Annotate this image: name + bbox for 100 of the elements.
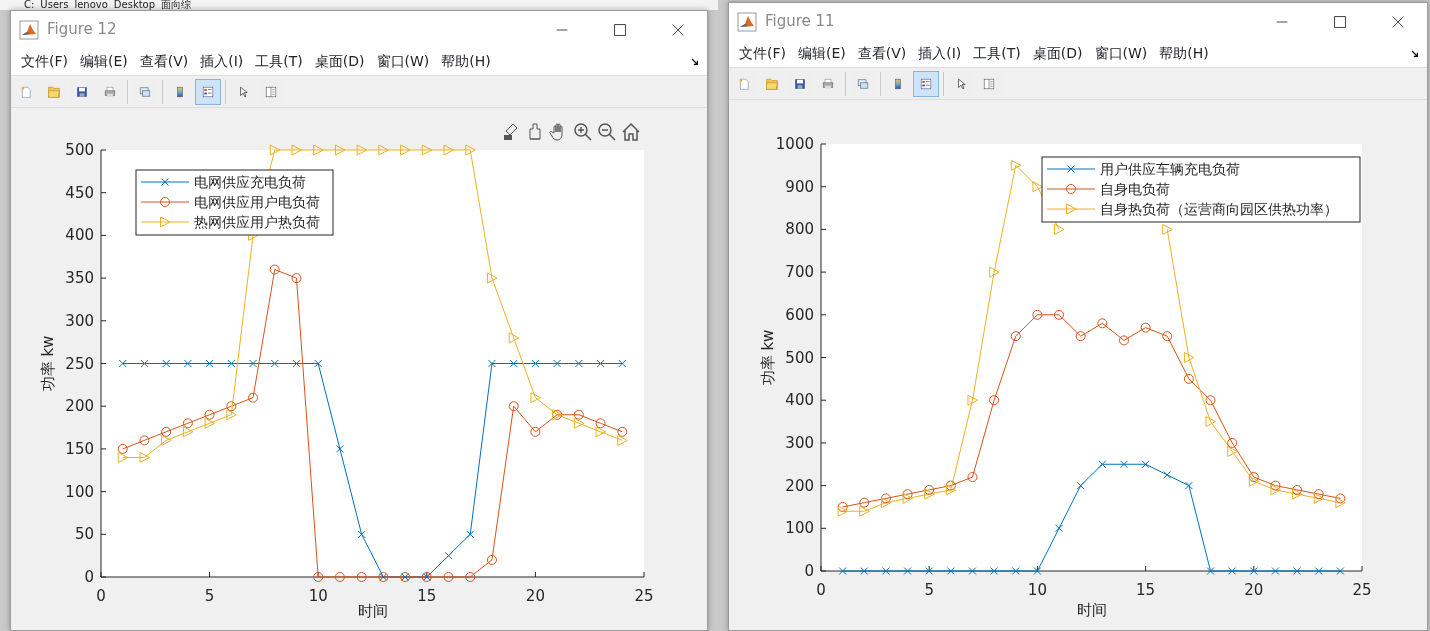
tick-label: 15	[417, 587, 437, 605]
triangle-marker	[1162, 223, 1173, 235]
cross-marker	[270, 359, 279, 368]
tick-label: 25	[634, 587, 654, 605]
cross-marker	[444, 551, 453, 560]
cross-marker	[205, 359, 214, 368]
circle-marker	[508, 401, 519, 412]
cross-marker	[968, 567, 977, 575]
cross-marker	[990, 567, 999, 575]
tick-label: 450	[65, 183, 94, 202]
app-logo-icon	[19, 19, 39, 40]
cross-marker	[838, 567, 847, 575]
circle-marker	[880, 493, 891, 504]
menu-item[interactable]: 文件(F)	[17, 51, 76, 72]
tick-label: 300	[65, 311, 94, 330]
triangle-marker	[1054, 223, 1065, 235]
menu-item[interactable]: 桌面(D)	[310, 51, 373, 72]
cross-marker	[335, 444, 344, 453]
breadcrumb-item[interactable]: lenovo	[74, 0, 108, 10]
zoom-in-icon[interactable]	[573, 122, 593, 142]
tick-label: 500	[785, 348, 814, 367]
tick-label: 25	[1352, 581, 1372, 599]
circle-marker	[1335, 493, 1346, 504]
tick-label: 0	[84, 568, 94, 586]
tick-label: 5	[924, 581, 934, 599]
circle-marker	[1313, 489, 1324, 500]
cross-marker	[227, 359, 236, 368]
triangle-marker	[837, 505, 849, 517]
menu-item[interactable]: 工具(T)	[251, 51, 311, 72]
cross-marker	[183, 359, 192, 368]
cross-marker	[1076, 481, 1085, 490]
cross-marker	[1033, 567, 1042, 575]
circle-marker	[924, 484, 935, 495]
breadcrumb-item[interactable]: Users	[40, 0, 69, 10]
tick-label: 20	[1244, 581, 1264, 599]
menu-item[interactable]: 窗口(W)	[372, 51, 438, 72]
menu-item[interactable]: 编辑(E)	[794, 43, 854, 64]
circle-marker	[226, 401, 237, 412]
triangle-marker	[508, 332, 520, 344]
tick-label: 100	[65, 482, 94, 501]
circle-marker	[204, 409, 215, 420]
menu-item[interactable]: 编辑(E)	[76, 51, 136, 72]
circle-marker	[595, 418, 606, 429]
cross-marker	[357, 530, 366, 539]
triangle-marker	[443, 144, 454, 156]
cross-marker	[1141, 460, 1150, 469]
menu-item[interactable]: 查看(V)	[853, 43, 915, 64]
menu-item[interactable]: 文件(F)	[735, 43, 794, 64]
circle-marker	[1227, 437, 1238, 448]
tick-label: 700	[785, 263, 814, 282]
circle-marker	[465, 572, 476, 582]
triangle-marker	[226, 409, 237, 421]
circle-marker	[1097, 318, 1108, 329]
cross-marker	[1184, 481, 1193, 490]
legend-label: 电网供应用户电负荷	[194, 194, 320, 210]
menu-item[interactable]: 帮助(H)	[1155, 43, 1217, 64]
legend-line-icon	[140, 216, 190, 228]
cross-marker	[881, 567, 890, 575]
breadcrumb-item[interactable]: 面向综	[161, 0, 192, 10]
cross-marker	[1098, 460, 1107, 469]
circle-marker	[334, 572, 345, 582]
cross-marker	[509, 359, 518, 368]
legend-line-icon	[1046, 203, 1096, 215]
circle-marker	[161, 426, 172, 437]
triangle-marker	[617, 434, 628, 446]
tick-label: 600	[785, 305, 814, 324]
triangle-marker	[902, 492, 914, 504]
triangle-marker	[1183, 352, 1195, 363]
tick-label: 0	[816, 581, 826, 599]
zoom-out-icon[interactable]	[597, 122, 617, 142]
breadcrumb-item[interactable]: Desktop	[113, 0, 156, 10]
cross-marker	[925, 567, 934, 575]
breadcrumb-item[interactable]: C:	[24, 0, 35, 10]
circle-marker	[269, 264, 280, 275]
triangle-marker	[182, 426, 194, 438]
triangle-marker	[486, 272, 498, 284]
menu-item[interactable]: 帮助(H)	[437, 51, 499, 72]
circle-marker	[248, 392, 259, 403]
legend-line-icon	[1046, 165, 1096, 173]
triangle-marker	[421, 144, 433, 156]
triangle-marker	[1335, 497, 1346, 509]
tick-label: 20	[525, 587, 545, 605]
menu-item[interactable]: 插入(I)	[914, 43, 970, 64]
menu-item[interactable]: 插入(I)	[196, 51, 252, 72]
y-axis-label: 功率 kw	[759, 329, 777, 386]
cross-marker	[596, 359, 605, 368]
cross-marker	[487, 359, 496, 368]
app-logo-icon	[737, 11, 757, 32]
tick-label: 900	[785, 177, 814, 196]
cross-marker	[292, 359, 301, 368]
menu-item[interactable]: 查看(V)	[135, 51, 197, 72]
tick-label: 0	[804, 562, 814, 580]
menu-item[interactable]: 窗口(W)	[1090, 43, 1156, 64]
menu-item[interactable]: 桌面(D)	[1028, 43, 1091, 64]
cross-marker	[903, 567, 912, 575]
legend-label: 电网供应充电负荷	[194, 174, 306, 190]
triangle-marker	[356, 144, 368, 156]
menu-item[interactable]: 工具(T)	[969, 43, 1029, 64]
x-axis-label: 时间	[357, 602, 388, 620]
home-icon[interactable]	[621, 122, 641, 142]
